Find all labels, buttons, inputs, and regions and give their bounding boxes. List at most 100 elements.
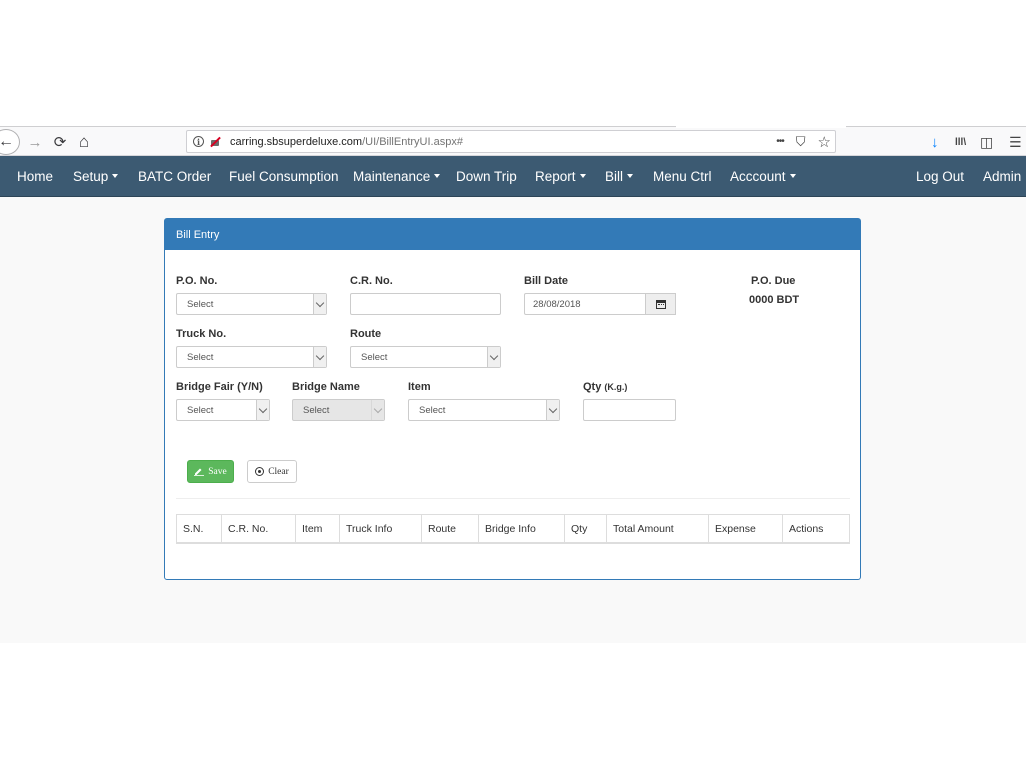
nav-home[interactable]: Home (17, 156, 53, 196)
home-icon: ⌂ (78, 132, 90, 151)
nav-batc-order-label: BATC Order (138, 168, 212, 184)
qty-label-text: Qty (583, 381, 602, 393)
nav-fuel-consumption[interactable]: Fuel Consumption (229, 156, 339, 196)
qty-input[interactable] (583, 399, 676, 421)
chevron-down-icon (434, 174, 441, 178)
clear-button-label: Clear (268, 466, 289, 477)
bill-entry-panel: Bill Entry P.O. No. Select C.R. No. Bill… (164, 218, 861, 580)
col-route: Route (422, 515, 479, 542)
downloads-icon[interactable]: ↓ (931, 127, 939, 157)
chevron-down-icon (112, 174, 119, 178)
item-select[interactable]: Select (408, 399, 560, 421)
nav-bill-label: Bill (605, 168, 624, 184)
browser-toolbar: ← → ⟳ ⌂ i carring.sbsuperdeluxe.com/UI/B… (0, 125, 1026, 157)
nav-log-out[interactable]: Log Out (916, 156, 964, 196)
item-select-value: Select (419, 405, 446, 416)
cr-no-input[interactable] (350, 293, 501, 315)
page-body: Bill Entry P.O. No. Select C.R. No. Bill… (0, 197, 1026, 643)
bookmark-star-icon[interactable]: ☆ (818, 133, 831, 151)
nav-account[interactable]: Acccount (730, 156, 796, 196)
insecure-lock-icon[interactable] (210, 136, 221, 147)
chevron-down-icon (256, 400, 269, 420)
chevron-down-icon (627, 174, 634, 178)
panel-title: Bill Entry (165, 219, 860, 250)
chevron-down-icon (487, 347, 500, 367)
nav-account-label: Acccount (730, 168, 786, 184)
save-button[interactable]: Save (187, 460, 234, 483)
truck-no-select-value: Select (187, 352, 214, 363)
bridge-name-label: Bridge Name (292, 381, 360, 393)
bill-table-header: S.N. C.R. No. Item Truck Info Route Brid… (176, 514, 850, 544)
po-due-label: P.O. Due (751, 275, 796, 287)
chevron-down-icon (371, 400, 384, 420)
site-info-icon[interactable]: i (193, 136, 204, 147)
col-actions: Actions (789, 523, 824, 535)
route-select[interactable]: Select (350, 346, 501, 368)
nav-setup-label: Setup (73, 168, 109, 184)
nav-fuel-consumption-label: Fuel Consumption (229, 168, 339, 184)
back-button[interactable]: ← (0, 129, 20, 155)
nav-bill[interactable]: Bill (605, 156, 634, 196)
qty-unit: (K.g.) (604, 382, 628, 392)
clear-button[interactable]: Clear (247, 460, 297, 483)
po-no-select[interactable]: Select (176, 293, 327, 315)
chevron-down-icon (546, 400, 559, 420)
chevron-down-icon (313, 294, 326, 314)
nav-setup[interactable]: Setup (73, 156, 119, 196)
toolbar-gap (676, 125, 846, 128)
po-no-label: P.O. No. (176, 275, 218, 287)
nav-report[interactable]: Report (535, 156, 586, 196)
col-truck-info: Truck Info (340, 515, 422, 542)
nav-menu-ctrl[interactable]: Menu Ctrl (653, 156, 712, 196)
bill-date-input[interactable]: 28/08/2018 (524, 293, 676, 315)
bridge-fair-select[interactable]: Select (176, 399, 270, 421)
nav-maintenance[interactable]: Maintenance (353, 156, 441, 196)
divider (176, 498, 850, 499)
nav-report-label: Report (535, 168, 576, 184)
reload-button[interactable]: ⟳ (51, 127, 69, 157)
library-icon[interactable]: lll\ (955, 127, 966, 157)
col-cr-no: C.R. No. (222, 515, 296, 542)
main-navbar: Home Setup BATC Order Fuel Consumption M… (0, 156, 1026, 197)
calendar-button[interactable] (645, 293, 676, 315)
col-expense: Expense (709, 515, 783, 542)
po-no-select-value: Select (187, 299, 214, 310)
page-actions-icon[interactable]: ••• (776, 136, 784, 147)
truck-no-select[interactable]: Select (176, 346, 327, 368)
chevron-down-icon (313, 347, 326, 367)
address-bar[interactable]: i carring.sbsuperdeluxe.com/UI/BillEntry… (186, 130, 836, 153)
col-item: Item (296, 515, 340, 542)
pocket-icon[interactable]: ⛉ (796, 134, 806, 150)
bill-date-value: 28/08/2018 (533, 299, 581, 310)
bill-date-label: Bill Date (524, 275, 569, 287)
col-bridge-info: Bridge Info (479, 515, 565, 542)
url-text: carring.sbsuperdeluxe.com/UI/BillEntryUI… (230, 135, 463, 148)
back-arrow-icon: ← (0, 133, 14, 150)
chevron-down-icon (579, 174, 586, 178)
chevron-down-icon (789, 174, 796, 178)
bridge-name-select[interactable]: Select (292, 399, 385, 421)
col-sn: S.N. (177, 515, 222, 542)
nav-down-trip-label: Down Trip (456, 168, 517, 184)
nav-user-label: Admin (983, 168, 1022, 184)
nav-home-label: Home (17, 168, 54, 184)
sidebar-icon[interactable]: ◫ (980, 127, 993, 157)
col-qty: Qty (565, 515, 607, 542)
home-button[interactable]: ⌂ (75, 127, 93, 157)
nav-down-trip[interactable]: Down Trip (456, 156, 517, 196)
bridge-fair-label: Bridge Fair (Y/N) (176, 381, 263, 393)
hamburger-menu-icon[interactable]: ☰ (1009, 127, 1022, 157)
bridge-fair-select-value: Select (187, 405, 214, 416)
nav-batc-order[interactable]: BATC Order (138, 156, 211, 196)
nav-menu-ctrl-label: Menu Ctrl (653, 168, 712, 184)
route-select-value: Select (361, 352, 388, 363)
calendar-icon (655, 299, 666, 309)
save-button-label: Save (208, 466, 227, 477)
truck-no-label: Truck No. (176, 328, 227, 340)
forward-button[interactable]: → (26, 127, 44, 157)
nav-user-admin[interactable]: Admin (983, 156, 1021, 196)
nav-log-out-label: Log Out (916, 168, 965, 184)
po-due-value: 0000 BDT (749, 294, 800, 306)
nav-maintenance-label: Maintenance (353, 168, 431, 184)
bridge-name-select-value: Select (303, 405, 330, 416)
